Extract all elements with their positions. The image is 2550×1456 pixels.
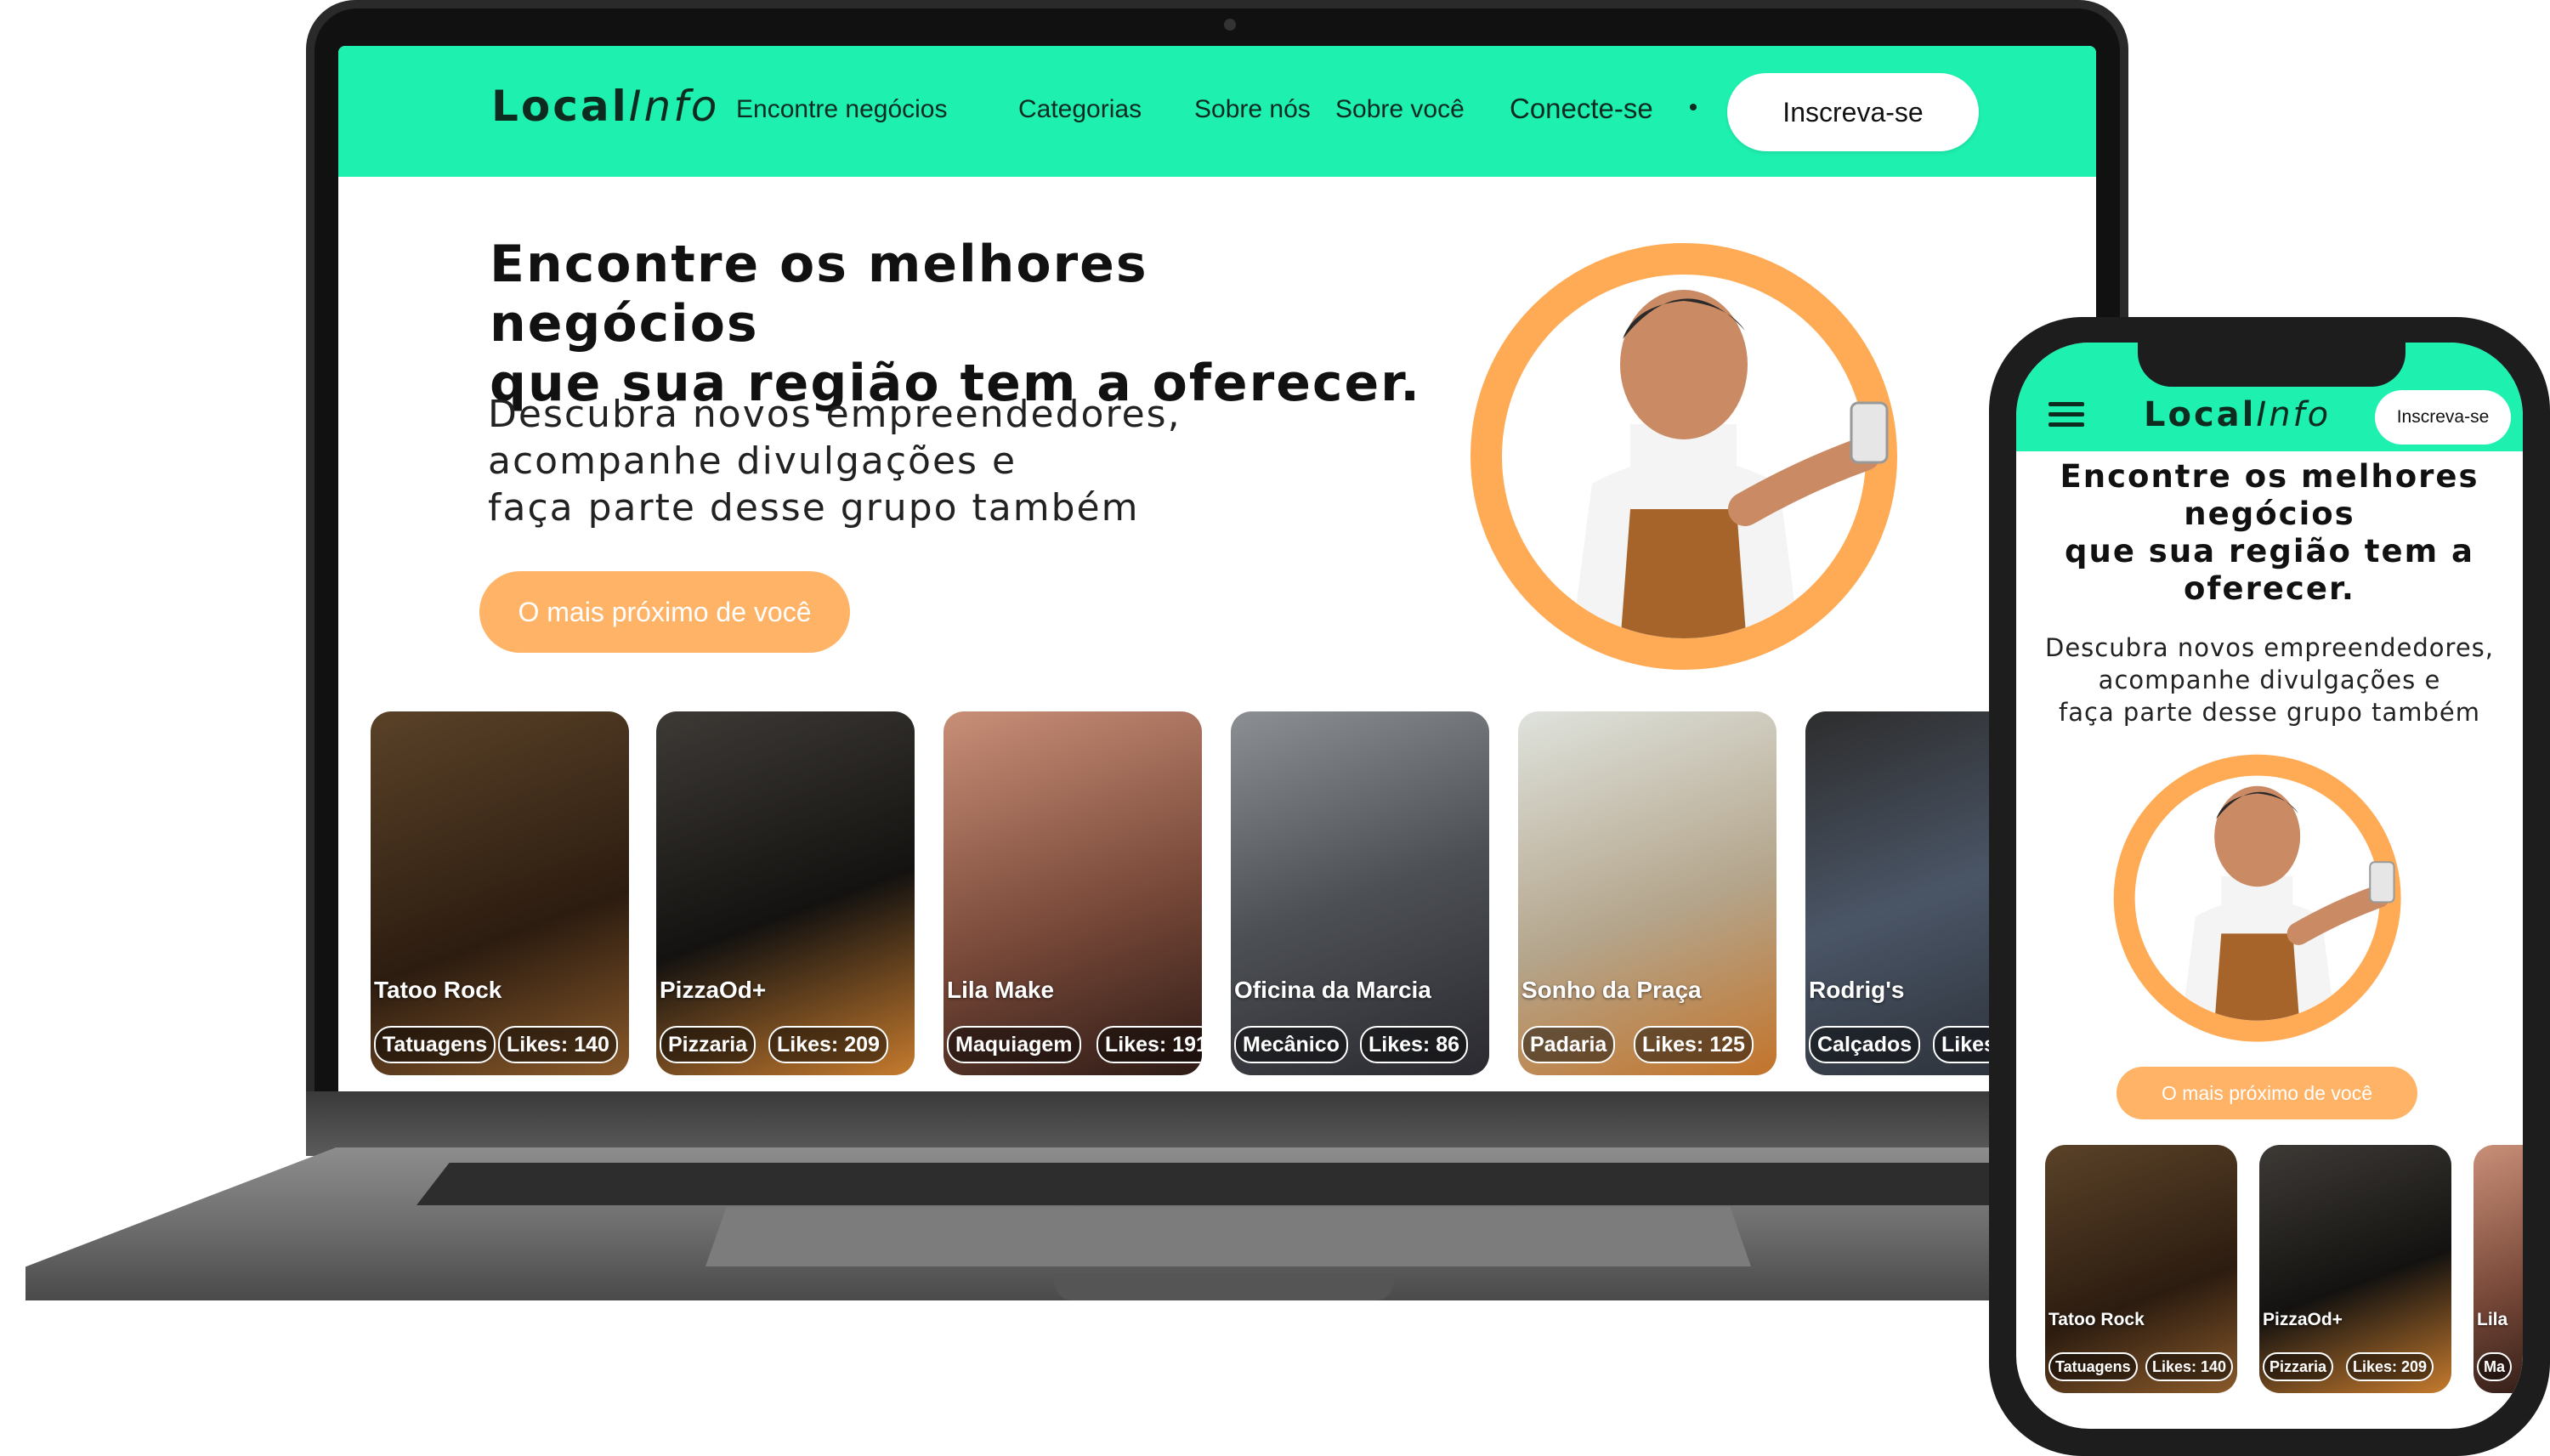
business-name: Lila Make <box>947 977 1055 1003</box>
business-name: Lila <box>2477 1310 2508 1329</box>
nav-encontre-negocios[interactable]: Encontre negócios <box>736 95 948 124</box>
nav-sobre-nos[interactable]: Sobre nós <box>1194 95 1311 124</box>
mobile-hero-title-line3: que sua região tem a <box>2065 533 2474 569</box>
hero-person-image <box>1470 243 1897 670</box>
mobile-logo[interactable]: LocalInfo <box>2144 395 2331 434</box>
logo[interactable]: LocalInfo <box>491 82 719 131</box>
category-badge: Padaria <box>1522 1026 1616 1063</box>
category-badge: Ma <box>2477 1352 2513 1381</box>
category-badge: Pizzaria <box>660 1026 756 1063</box>
nearest-cta-button[interactable]: O mais próximo de você <box>479 571 850 653</box>
business-name: Sonho da Praça <box>1522 977 1702 1003</box>
mobile-subtitle-line2: acompanhe divulgações e <box>2098 666 2441 694</box>
hero-subtitle-line2: acompanhe divulgações e <box>488 439 1017 483</box>
business-name: Tatoo Rock <box>2048 1310 2145 1329</box>
mobile-business-card[interactable]: Tatoo Rock Tatuagens Likes: 140 <box>2045 1145 2237 1393</box>
business-card[interactable]: Lila Make Maquiagem Likes: 191 <box>944 711 1202 1075</box>
category-badge: Tatuagens <box>374 1026 496 1063</box>
likes-badge: Likes: 191 <box>1096 1026 1202 1063</box>
logo-local-text: Local <box>2144 395 2257 434</box>
mobile-business-card[interactable]: PizzaOd+ Pizzaria Likes: 209 <box>2259 1145 2451 1393</box>
signup-button[interactable]: Inscreva-se <box>1727 73 1979 151</box>
mobile-hero-title: Encontre os melhores negócios que sua regi… <box>2025 458 2514 608</box>
logo-info-text: Info <box>628 82 720 131</box>
business-name: Tatoo Rock <box>374 977 502 1003</box>
logo-info-text: Info <box>2256 395 2332 434</box>
laptop-palmrest <box>706 1207 1751 1266</box>
hero-subtitle: Descubra novos empreendedores, acompanhe … <box>488 391 1423 531</box>
likes-badge: Likes: 209 <box>768 1026 888 1063</box>
likes-badge: Likes: 125 <box>1634 1026 1754 1063</box>
category-badge: Tatuagens <box>2048 1352 2138 1381</box>
likes-badge: Likes: 86 <box>1360 1026 1469 1063</box>
business-name: PizzaOd+ <box>660 977 767 1003</box>
business-card[interactable]: Sonho da Praça Padaria Likes: 125 <box>1518 711 1776 1075</box>
category-badge: Calçados <box>1809 1026 1921 1063</box>
mobile-hero-subtitle: Descubra novos empreendedores, acompanhe … <box>2025 632 2514 728</box>
mobile-subtitle-line3: faça parte desse grupo também <box>2059 698 2480 727</box>
nav-categorias[interactable]: Categorias <box>1018 95 1142 124</box>
nav-sobre-voce[interactable]: Sobre você <box>1335 95 1465 124</box>
mobile-hero-person-image <box>2113 754 2401 1042</box>
business-name: Rodrig's <box>1809 977 1905 1003</box>
category-badge: Maquiagem <box>947 1026 1081 1063</box>
business-card[interactable]: PizzaOd+ Pizzaria Likes: 209 <box>656 711 915 1075</box>
laptop-camera <box>1224 19 1236 31</box>
mobile-nearest-cta-button[interactable]: O mais próximo de você <box>2116 1067 2417 1119</box>
mobile-hero-title-line2: negócios <box>2184 496 2355 532</box>
hamburger-menu-icon[interactable] <box>2048 402 2084 428</box>
logo-local-text: Local <box>491 82 629 131</box>
phone-notch <box>2138 343 2406 387</box>
business-name: Oficina da Marcia <box>1234 977 1431 1003</box>
mobile-hero-title-line1: Encontre os melhores <box>2060 458 2479 495</box>
navbar: LocalInfo Encontre negócios Categorias S… <box>338 46 2096 177</box>
phone-screen: LocalInfo Inscreva-se Encontre os melhor… <box>2016 343 2523 1429</box>
business-card[interactable]: Tatoo Rock Tatuagens Likes: 140 <box>371 711 629 1075</box>
laptop-hinge <box>306 1091 2128 1156</box>
category-badge: Pizzaria <box>2263 1352 2334 1381</box>
mobile-subtitle-line1: Descubra novos empreendedores, <box>2045 633 2494 662</box>
laptop-keyboard <box>416 1163 2057 1205</box>
likes-badge: Likes: 140 <box>2145 1352 2234 1381</box>
business-card[interactable]: Oficina da Marcia Mecânico Likes: 86 <box>1231 711 1489 1075</box>
hero-title: Encontre os melhores negócios que sua reg… <box>490 235 1425 413</box>
hero-subtitle-line1: Descubra novos empreendedores, <box>488 393 1182 436</box>
mobile-business-card[interactable]: Lila Ma <box>2474 1145 2523 1393</box>
nav-separator-dot <box>1690 104 1697 110</box>
laptop-screen: LocalInfo Encontre negócios Categorias S… <box>338 46 2096 1091</box>
likes-badge: Likes: 209 <box>2346 1352 2434 1381</box>
mobile-signup-button[interactable]: Inscreva-se <box>2375 390 2511 445</box>
business-name: PizzaOd+ <box>2263 1310 2343 1329</box>
likes-badge: Likes: 140 <box>498 1026 618 1063</box>
nav-conecte-se[interactable]: Conecte-se <box>1510 93 1653 125</box>
laptop-front-notch <box>1054 1273 1394 1300</box>
hero-title-line1: Encontre os melhores negócios <box>490 235 1148 354</box>
hero-subtitle-line3: faça parte desse grupo também <box>488 486 1140 530</box>
category-badge: Mecânico <box>1234 1026 1348 1063</box>
mobile-hero-title-line4: oferecer. <box>2183 570 2355 607</box>
